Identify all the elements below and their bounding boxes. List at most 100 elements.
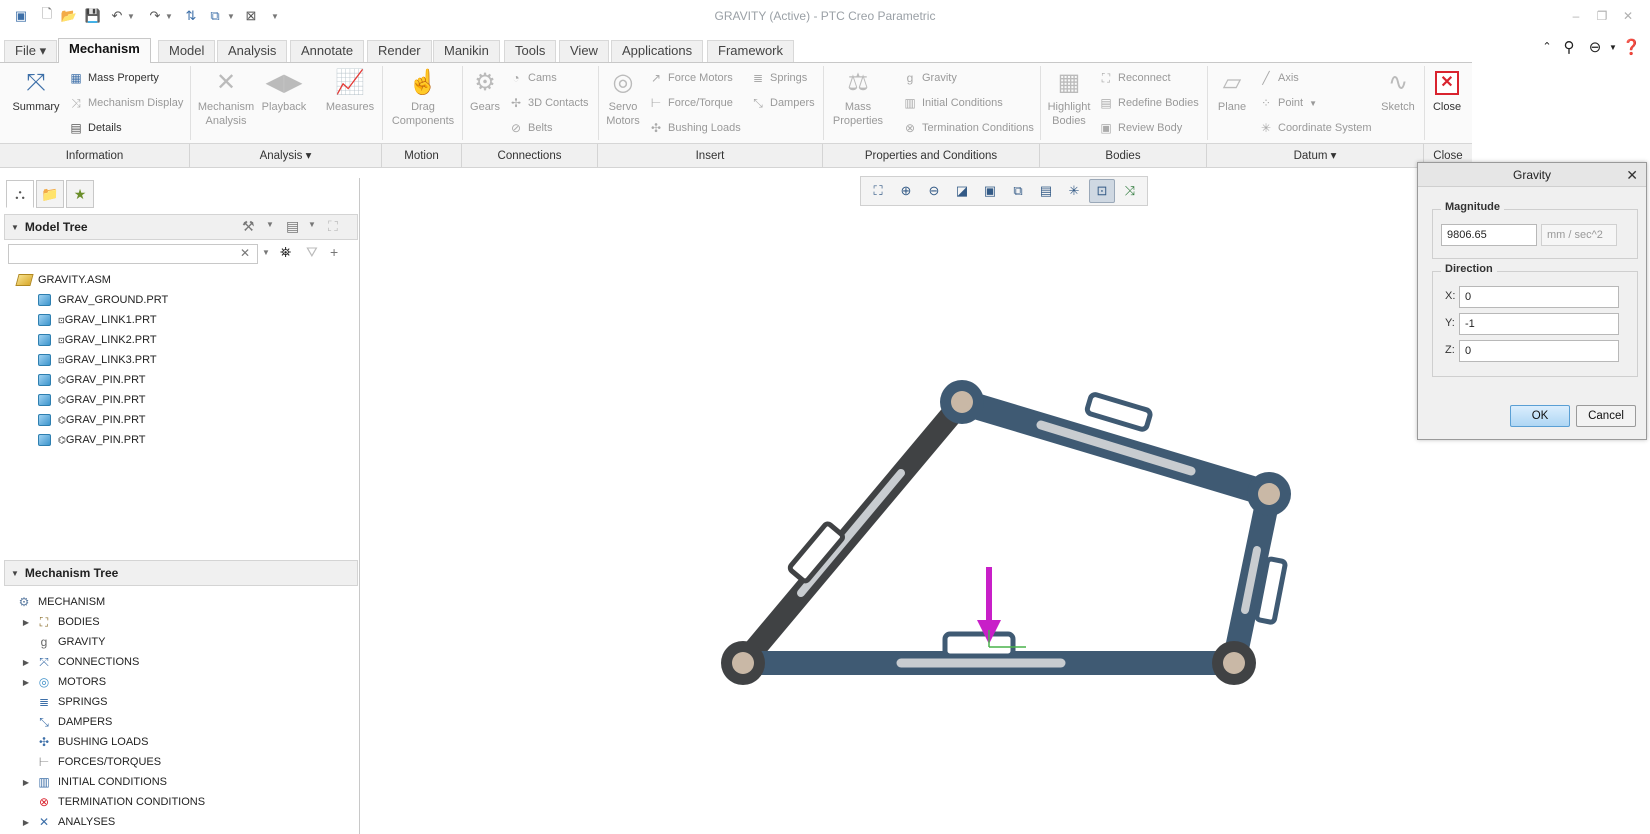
initial-conditions-button[interactable]: ▥ Initial Conditions [902,93,1002,113]
plane-button[interactable]: ▱ Plane [1212,66,1252,114]
mechanism-tree-header[interactable]: ▼ Mechanism Tree [4,560,358,586]
tree-item-assembly[interactable]: GRAVITY.ASM [14,270,111,290]
mechanism-analysis-button[interactable]: ✕ Mechanism Analysis [196,66,256,128]
tab-manikin[interactable]: Manikin [433,40,500,62]
ok-button[interactable]: OK [1510,405,1570,427]
tab-view[interactable]: View [559,40,609,62]
highlight-bodies-button[interactable]: ▦ Highlight Bodies [1044,66,1094,128]
point-dropdown-icon[interactable]: ▼ [1309,99,1317,108]
tab-applications[interactable]: Applications [611,40,704,62]
coordinate-system-button[interactable]: ✳ Coordinate System [1258,118,1372,138]
tab-analysis[interactable]: Analysis [217,40,288,62]
bushing-loads-button[interactable]: ✣ Bushing Loads [648,118,741,138]
gravity-button[interactable]: g Gravity [902,68,957,88]
collapse-triangle-icon[interactable]: ▼ [11,569,19,578]
mech-item-termination-conditions[interactable]: ⊗ TERMINATION CONDITIONS [36,792,205,812]
mech-item-motors[interactable]: ▶ ◎ MOTORS [20,672,106,692]
mech-item-forces-torques[interactable]: ⊢ FORCES/TORQUES [36,752,161,772]
tree-item-part[interactable]: ⊡ GRAV_LINK3.PRT [36,350,157,370]
redefine-bodies-button[interactable]: ▤ Redefine Bodies [1098,93,1198,113]
group-datum[interactable]: Datum ▾ [1207,144,1424,168]
community-dropdown-icon[interactable]: ▼ [1604,43,1622,52]
tab-model[interactable]: Model [158,40,216,62]
tree-item-part[interactable]: ⌬ GRAV_PIN.PRT [36,410,146,430]
tree-item-part[interactable]: ⊡ GRAV_LINK1.PRT [36,310,157,330]
show-dropdown-icon[interactable]: ▼ [308,220,316,229]
tree-item-part[interactable]: ⌬ GRAV_PIN.PRT [36,370,146,390]
reconnect-button[interactable]: ⛶ Reconnect [1098,68,1171,88]
repaint-icon[interactable]: ◪ [949,179,975,203]
force-motors-button[interactable]: ↗ Force Motors [648,68,733,88]
review-body-button[interactable]: ▣ Review Body [1098,118,1182,138]
model-tree-tab-icon[interactable]: ⛬ [6,180,34,208]
link2[interactable] [949,389,1282,507]
collapse-ribbon-icon[interactable]: ⌃ [1538,40,1556,53]
force-torque-button[interactable]: ⊢ Force/Torque [648,93,733,113]
mech-item-gravity[interactable]: g GRAVITY [36,632,106,652]
mech-item-mechanism[interactable]: ⚙ MECHANISM [16,592,106,612]
direction-x-input[interactable]: 0 [1459,286,1619,308]
view-manager-icon[interactable]: ▤ [1033,179,1059,203]
mech-item-springs[interactable]: ≣ SPRINGS [36,692,108,712]
tab-framework[interactable]: Framework [707,40,795,62]
dampers-button[interactable]: ⤡ Dampers [750,93,814,113]
termination-conditions-button[interactable]: ⊗ Termination Conditions [902,118,1034,138]
playback-button[interactable]: ◀▶ Playback [258,66,310,114]
expand-arrow-icon[interactable]: ▶ [20,658,32,667]
window-close-icon[interactable]: ✕ [1620,8,1636,24]
sketch-button[interactable]: ∿ Sketch [1376,66,1420,114]
mechanism-display-button[interactable]: ⤨ Mechanism Display [68,93,183,113]
belts-button[interactable]: ⊘ Belts [508,118,553,138]
clear-search-icon[interactable]: ✕ [240,246,250,260]
measures-button[interactable]: 📈 Measures [320,66,380,114]
tree-settings-dropdown-icon[interactable]: ▼ [266,220,274,229]
annotation-display-icon[interactable]: ⊡ [1089,179,1115,203]
details-button[interactable]: ▤ Details [68,118,121,138]
show-columns-icon[interactable]: ▤ [286,218,299,235]
expand-arrow-icon[interactable]: ▶ [20,678,32,687]
dialog-close-icon[interactable]: ✕ [1626,163,1638,187]
tab-mechanism[interactable]: Mechanism [58,38,151,63]
expand-arrow-icon[interactable]: ▶ [20,818,32,827]
mech-item-bodies[interactable]: ▶ ⛶ BODIES [20,612,100,632]
find-binoculars-icon[interactable]: ⛯ [280,244,291,261]
zoom-in-icon[interactable]: ⊕ [893,179,919,203]
springs-button[interactable]: ≣ Springs [750,68,807,88]
mass-properties-button[interactable]: ⚖ Mass Properties [828,66,888,128]
community-icon[interactable]: ⊖ [1586,38,1604,56]
tab-render[interactable]: Render [367,40,432,62]
favorites-tab-icon[interactable]: ★ [66,180,94,208]
model-tree-header[interactable]: ▼ Model Tree [4,214,358,240]
magnitude-input[interactable]: 9806.65 [1441,224,1537,246]
tab-tools[interactable]: Tools [504,40,557,62]
point-button[interactable]: ⁘ Point ▼ [1258,93,1317,113]
link1[interactable] [732,391,973,674]
link3[interactable] [1222,482,1288,675]
mech-item-initial-conditions[interactable]: ▶ ▥ INITIAL CONDITIONS [20,772,167,792]
collapse-triangle-icon[interactable]: ▼ [11,223,19,232]
folder-browser-tab-icon[interactable]: 📁 [36,180,64,208]
datum-display-icon[interactable]: ✳ [1061,179,1087,203]
3d-contacts-button[interactable]: ✢ 3D Contacts [508,93,589,113]
expand-arrow-icon[interactable]: ▶ [20,618,32,627]
add-icon[interactable]: + [330,244,338,260]
display-style-icon[interactable]: ▣ [977,179,1003,203]
direction-z-input[interactable]: 0 [1459,340,1619,362]
dialog-title-bar[interactable]: Gravity ✕ [1418,163,1646,187]
axis-button[interactable]: ╱ Axis [1258,68,1298,88]
tree-item-part[interactable]: ⊡ GRAV_LINK2.PRT [36,330,157,350]
mech-item-analyses[interactable]: ▶ ✕ ANALYSES [20,812,115,832]
tree-settings-icon[interactable]: ⚒ [242,218,255,235]
model-tree-search-input[interactable] [8,244,258,264]
restore-icon[interactable]: ❐ [1594,8,1610,24]
expand-arrow-icon[interactable]: ▶ [20,778,32,787]
tree-item-part[interactable]: ⌬ GRAV_PIN.PRT [36,430,146,450]
help-icon[interactable]: ❓ [1622,38,1641,56]
servo-motors-button[interactable]: ◎ Servo Motors [602,66,644,128]
direction-y-input[interactable]: -1 [1459,313,1619,335]
group-analysis[interactable]: Analysis ▾ [190,144,382,168]
mech-item-bushing-loads[interactable]: ✣ BUSHING LOADS [36,732,149,752]
spin-center-icon[interactable]: ⤨ [1117,179,1143,203]
drag-components-button[interactable]: ☝ Drag Components [386,66,460,128]
tree-item-part[interactable]: ⌬ GRAV_PIN.PRT [36,390,146,410]
